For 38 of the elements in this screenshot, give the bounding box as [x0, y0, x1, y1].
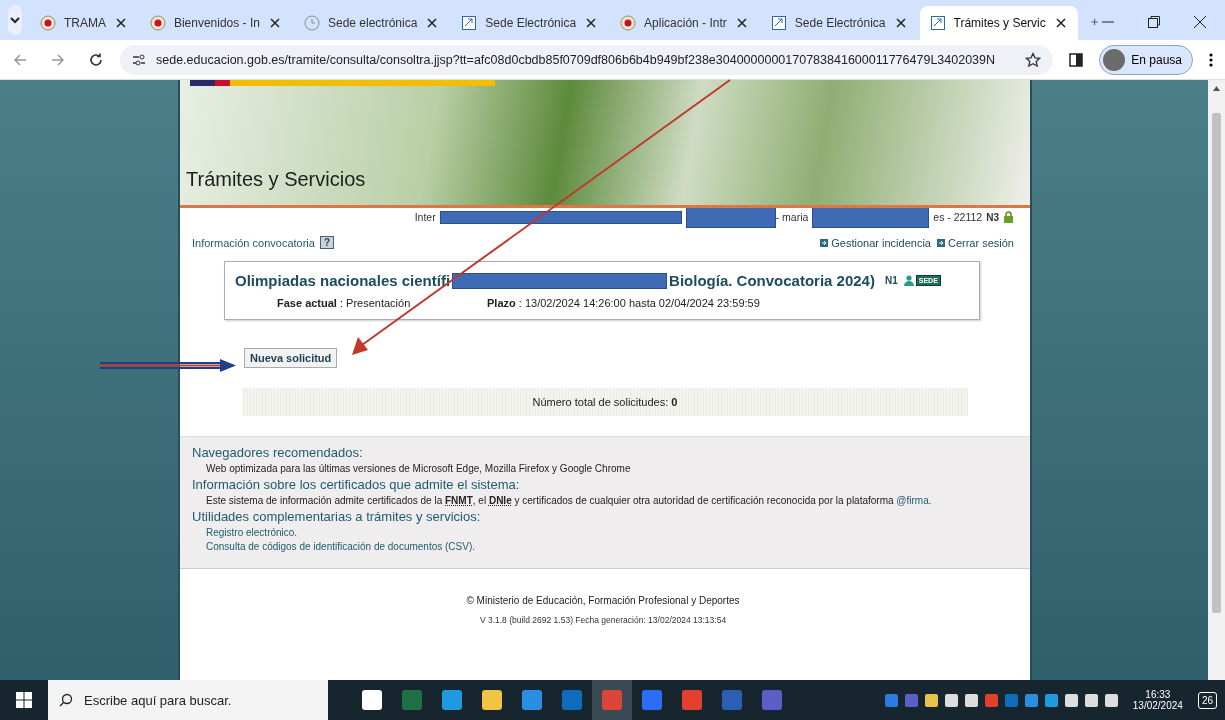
level-label: N3: [986, 211, 999, 223]
clock[interactable]: 16:33 13/02/2024: [1132, 689, 1183, 711]
new-request-button[interactable]: Nueva solicitud: [244, 348, 338, 368]
action-link[interactable]: Gestionar incidencia: [820, 236, 931, 249]
user-info-text: - maria: [775, 211, 809, 223]
address-bar[interactable]: sede.educacion.gob.es/tramite/consulta/consoltra.jjsp?tt=afc08d0cbdb85f0709df806b6b4b949bf238e3040000000170783841600011776479L3402039N: [120, 44, 1054, 75]
browser-tab[interactable]: Trámites y Servic: [919, 6, 1078, 40]
profile-button[interactable]: En pausa: [1099, 44, 1193, 75]
info-link[interactable]: Información convocatoria: [192, 236, 315, 249]
browser-tab[interactable]: Sede Electrónica: [760, 6, 918, 40]
user-info-text: Inter: [414, 211, 436, 223]
browser-tab[interactable]: Bienvenidos - In: [139, 6, 292, 40]
section-heading: Utilidades complementarias a trámites y servicios:: [192, 509, 482, 524]
firma-link[interactable]: @firma.: [896, 495, 932, 506]
help-button[interactable]: ?: [319, 236, 334, 249]
section-heading: Navegadores recomendados:: [192, 445, 364, 460]
phase-text: Fase actual : Presentación: [277, 297, 412, 309]
browser-tab[interactable]: Aplicación - Intr: [610, 6, 759, 40]
deadline-text: Plazo : 13/02/2024 14:26:00 hasta 02/04/2024 23:59:59: [487, 297, 760, 309]
utility-link[interactable]: Registro electrónico.: [192, 527, 1018, 538]
level-label: N1: [884, 275, 898, 286]
copyright-text: © Ministerio de Educación, Formación Profesional y Deportes: [466, 595, 740, 606]
page-title: Trámites y Servicios: [185, 168, 366, 192]
info-text: Este sistema de información admite certificados de la FNMT, el DNIe y certificados de cualquier otra autoridad de certificación reconocida por la plataforma @firma.: [205, 495, 933, 506]
browser-tab[interactable]: Sede electrónica: [293, 6, 450, 40]
version-text: V 3.1.8 (build 2692 1.53) Fecha generación: 13/02/2024 13:13:54: [479, 615, 727, 625]
taskbar-search-field[interactable]: Escribe aquí para buscar.: [84, 680, 328, 720]
action-link[interactable]: Cerrar sesión: [936, 236, 1014, 249]
info-text: Web optimizada para las últimas versiones de Microsoft Edge, Mozilla Firefox y Google Chrome: [205, 463, 632, 474]
total-text: Número total de solicitudes: 0: [532, 396, 678, 408]
notification-button[interactable]: 26: [1197, 691, 1217, 709]
call-title: Biología. Convocatoria 2024): [669, 272, 875, 289]
browser-tab[interactable]: TRAMA: [29, 6, 138, 40]
call-title: Olimpiadas nacionales científi: [235, 272, 451, 289]
section-heading: Información sobre los certificados que admite el sistema:: [192, 477, 521, 492]
browser-tab[interactable]: Sede Electrónica: [451, 6, 609, 40]
utility-link[interactable]: Consulta de códigos de identificación de documentos (CSV).: [192, 541, 1018, 552]
user-info-text: es - 22112: [933, 211, 983, 223]
